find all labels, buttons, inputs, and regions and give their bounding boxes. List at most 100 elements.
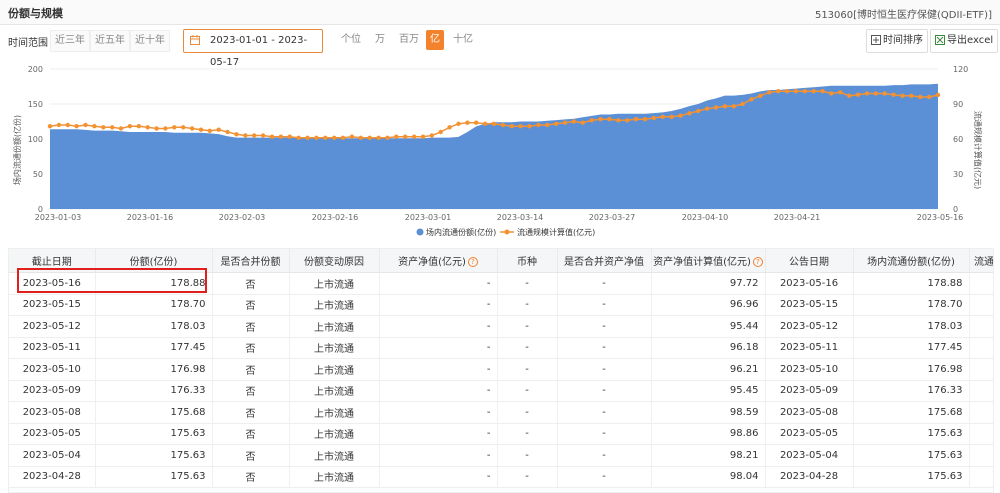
table-row[interactable]: 2023-05-08 175.68 否上市流通 - - -98.59 2023-05-08 1… — [9, 401, 993, 424]
line-point — [474, 120, 479, 125]
unit-wan-button[interactable]: 万 — [369, 30, 391, 50]
line-point — [758, 93, 763, 98]
series-area-shares — [50, 83, 938, 209]
table-cell: 2023-05-15 — [9, 294, 96, 316]
table-row[interactable]: 2023-05-05 175.63 否上市流通 - - -98.86 2023-05-05 1… — [9, 423, 993, 445]
range-5y-button[interactable]: 近五年 — [90, 30, 130, 52]
line-point — [332, 135, 337, 140]
table-cell: 96.18 — [651, 337, 766, 359]
line-point — [74, 124, 79, 129]
table-cell: - — [379, 423, 498, 445]
line-point — [829, 91, 834, 96]
column-header: 截止日期 — [9, 249, 96, 273]
line-point — [873, 91, 878, 96]
table-row[interactable]: 2023-05-04 175.63 否上市流通 - - -98.21 2023-05-04 1… — [9, 444, 993, 467]
line-point — [554, 121, 559, 126]
legend-scale: 流通规模计算值(亿元) — [517, 227, 595, 237]
info-icon[interactable]: ? — [467, 257, 478, 267]
table-cell: 176.98 — [95, 358, 213, 381]
table-cell: 175.68 — [95, 401, 213, 424]
table-cell: 96.96 — [651, 294, 766, 316]
line-point — [385, 135, 390, 140]
table-cell: - — [557, 272, 652, 295]
line-point — [198, 127, 204, 132]
export-excel-button[interactable]: 导出excel — [930, 29, 999, 53]
column-header: 是否合并份额 — [212, 249, 290, 273]
y-tick-right: 90 — [953, 100, 963, 109]
line-point — [429, 133, 434, 138]
data-table: 截止日期 份额(亿份) 是否合并份额 份额变动原因 资产净值(亿元)? 币种 是否合并资产净… — [9, 249, 993, 488]
data-table-container[interactable]: 截止日期 份额(亿份) 是否合并份额 份额变动原因 资产净值(亿元)? 币种 是否合并资产净… — [8, 248, 994, 493]
table-cell: 175.63 — [853, 444, 970, 467]
line-point — [172, 125, 177, 130]
line-point — [403, 134, 408, 139]
table-cell: - — [557, 401, 652, 424]
line-point — [722, 104, 728, 109]
range-3y-button[interactable]: 近三年 — [50, 30, 90, 52]
line-point — [545, 122, 550, 128]
table-cell: - — [379, 358, 498, 381]
y-axis-label-left: 场内流通份额(亿份) — [12, 115, 22, 185]
table-cell: 97.72 — [651, 272, 766, 295]
table-row[interactable]: 2023-05-16 178.88 否上市流通 - - -97.72 2023-05-16 1… — [9, 272, 993, 295]
table-row[interactable]: 2023-05-15 178.70 否上市流通 - - -96.96 2023-05-15 1… — [9, 294, 993, 316]
line-point — [616, 118, 621, 123]
info-icon[interactable]: ? — [752, 257, 763, 267]
x-tick: 2023-04-21 — [774, 213, 821, 222]
table-cell: 上市流通 — [289, 380, 380, 402]
y-tick-right: 60 — [953, 135, 963, 144]
table-row[interactable]: 2023-05-11 177.45 否上市流通 - - -96.18 2023-05-11 1… — [9, 337, 993, 359]
table-cell: 上市流通 — [289, 315, 380, 338]
line-point — [935, 92, 941, 98]
line-point — [847, 93, 852, 98]
sort-icon — [871, 35, 881, 45]
line-point — [154, 126, 159, 131]
table-cell: - — [379, 337, 498, 359]
unit-ones-button[interactable]: 个位 — [340, 30, 362, 50]
range-10y-button[interactable]: 近十年 — [130, 30, 170, 52]
line-point — [296, 135, 301, 140]
y-tick-left: 200 — [28, 65, 43, 74]
line-point — [234, 132, 239, 137]
x-tick: 2023-03-01 — [405, 213, 452, 222]
line-point — [580, 120, 585, 125]
table-cell: 否 — [212, 444, 290, 467]
table-row[interactable]: 2023-05-12 178.03 否上市流通 - - -95.44 2023-05-12 1… — [9, 315, 993, 338]
time-sort-button[interactable]: 时间排序 — [866, 29, 928, 53]
unit-billion-button[interactable]: 十亿 — [452, 30, 474, 50]
column-header: 资产净值计算值(亿元)? — [651, 249, 766, 273]
line-point — [607, 117, 612, 122]
table-row[interactable]: 2023-05-10 176.98 否上市流通 - - -96.21 2023-05-10 1… — [9, 358, 993, 381]
time-sort-label: 时间排序 — [883, 35, 923, 46]
unit-million-button[interactable]: 百万 — [396, 30, 422, 50]
table-row[interactable]: 2023-05-09 176.33 否上市流通 - - -95.45 2023-05-09 1… — [9, 380, 993, 402]
line-point — [838, 90, 843, 95]
controls-bar: 时间范围 近三年 近五年 近十年 2023-01-01 - 2023-05-17… — [0, 24, 1000, 68]
date-range-picker[interactable]: 2023-01-01 - 2023-05-17 — [183, 29, 323, 68]
table-cell: 上市流通 — [289, 294, 380, 316]
line-point — [163, 126, 168, 131]
line-point — [83, 122, 88, 128]
table-cell: 2023-05-04 — [765, 444, 854, 467]
table-cell: 178.70 — [853, 294, 970, 316]
line-point — [882, 91, 887, 96]
table-cell: 2023-05-08 — [9, 401, 96, 424]
table-cell: 178.88 — [853, 272, 970, 295]
line-point — [367, 135, 372, 140]
table-cell: 否 — [212, 423, 290, 445]
line-point — [101, 125, 106, 130]
table-cell: - — [379, 315, 498, 338]
line-point — [926, 94, 932, 100]
unit-yi-button[interactable]: 亿 — [426, 30, 444, 50]
line-point — [696, 108, 701, 114]
table-cell: 175.63 — [853, 466, 970, 488]
line-point — [189, 126, 195, 131]
table-row[interactable]: 2023-04-28 175.63 否上市流通 - - -98.04 2023-04-28 1… — [9, 466, 993, 488]
table-cell — [969, 272, 993, 295]
table-cell: 2023-05-16 — [9, 272, 96, 295]
line-point — [784, 89, 790, 94]
line-point — [909, 93, 914, 98]
table-cell: 177.45 — [95, 337, 213, 359]
table-cell: 2023-05-09 — [9, 380, 96, 402]
line-point — [811, 89, 816, 94]
